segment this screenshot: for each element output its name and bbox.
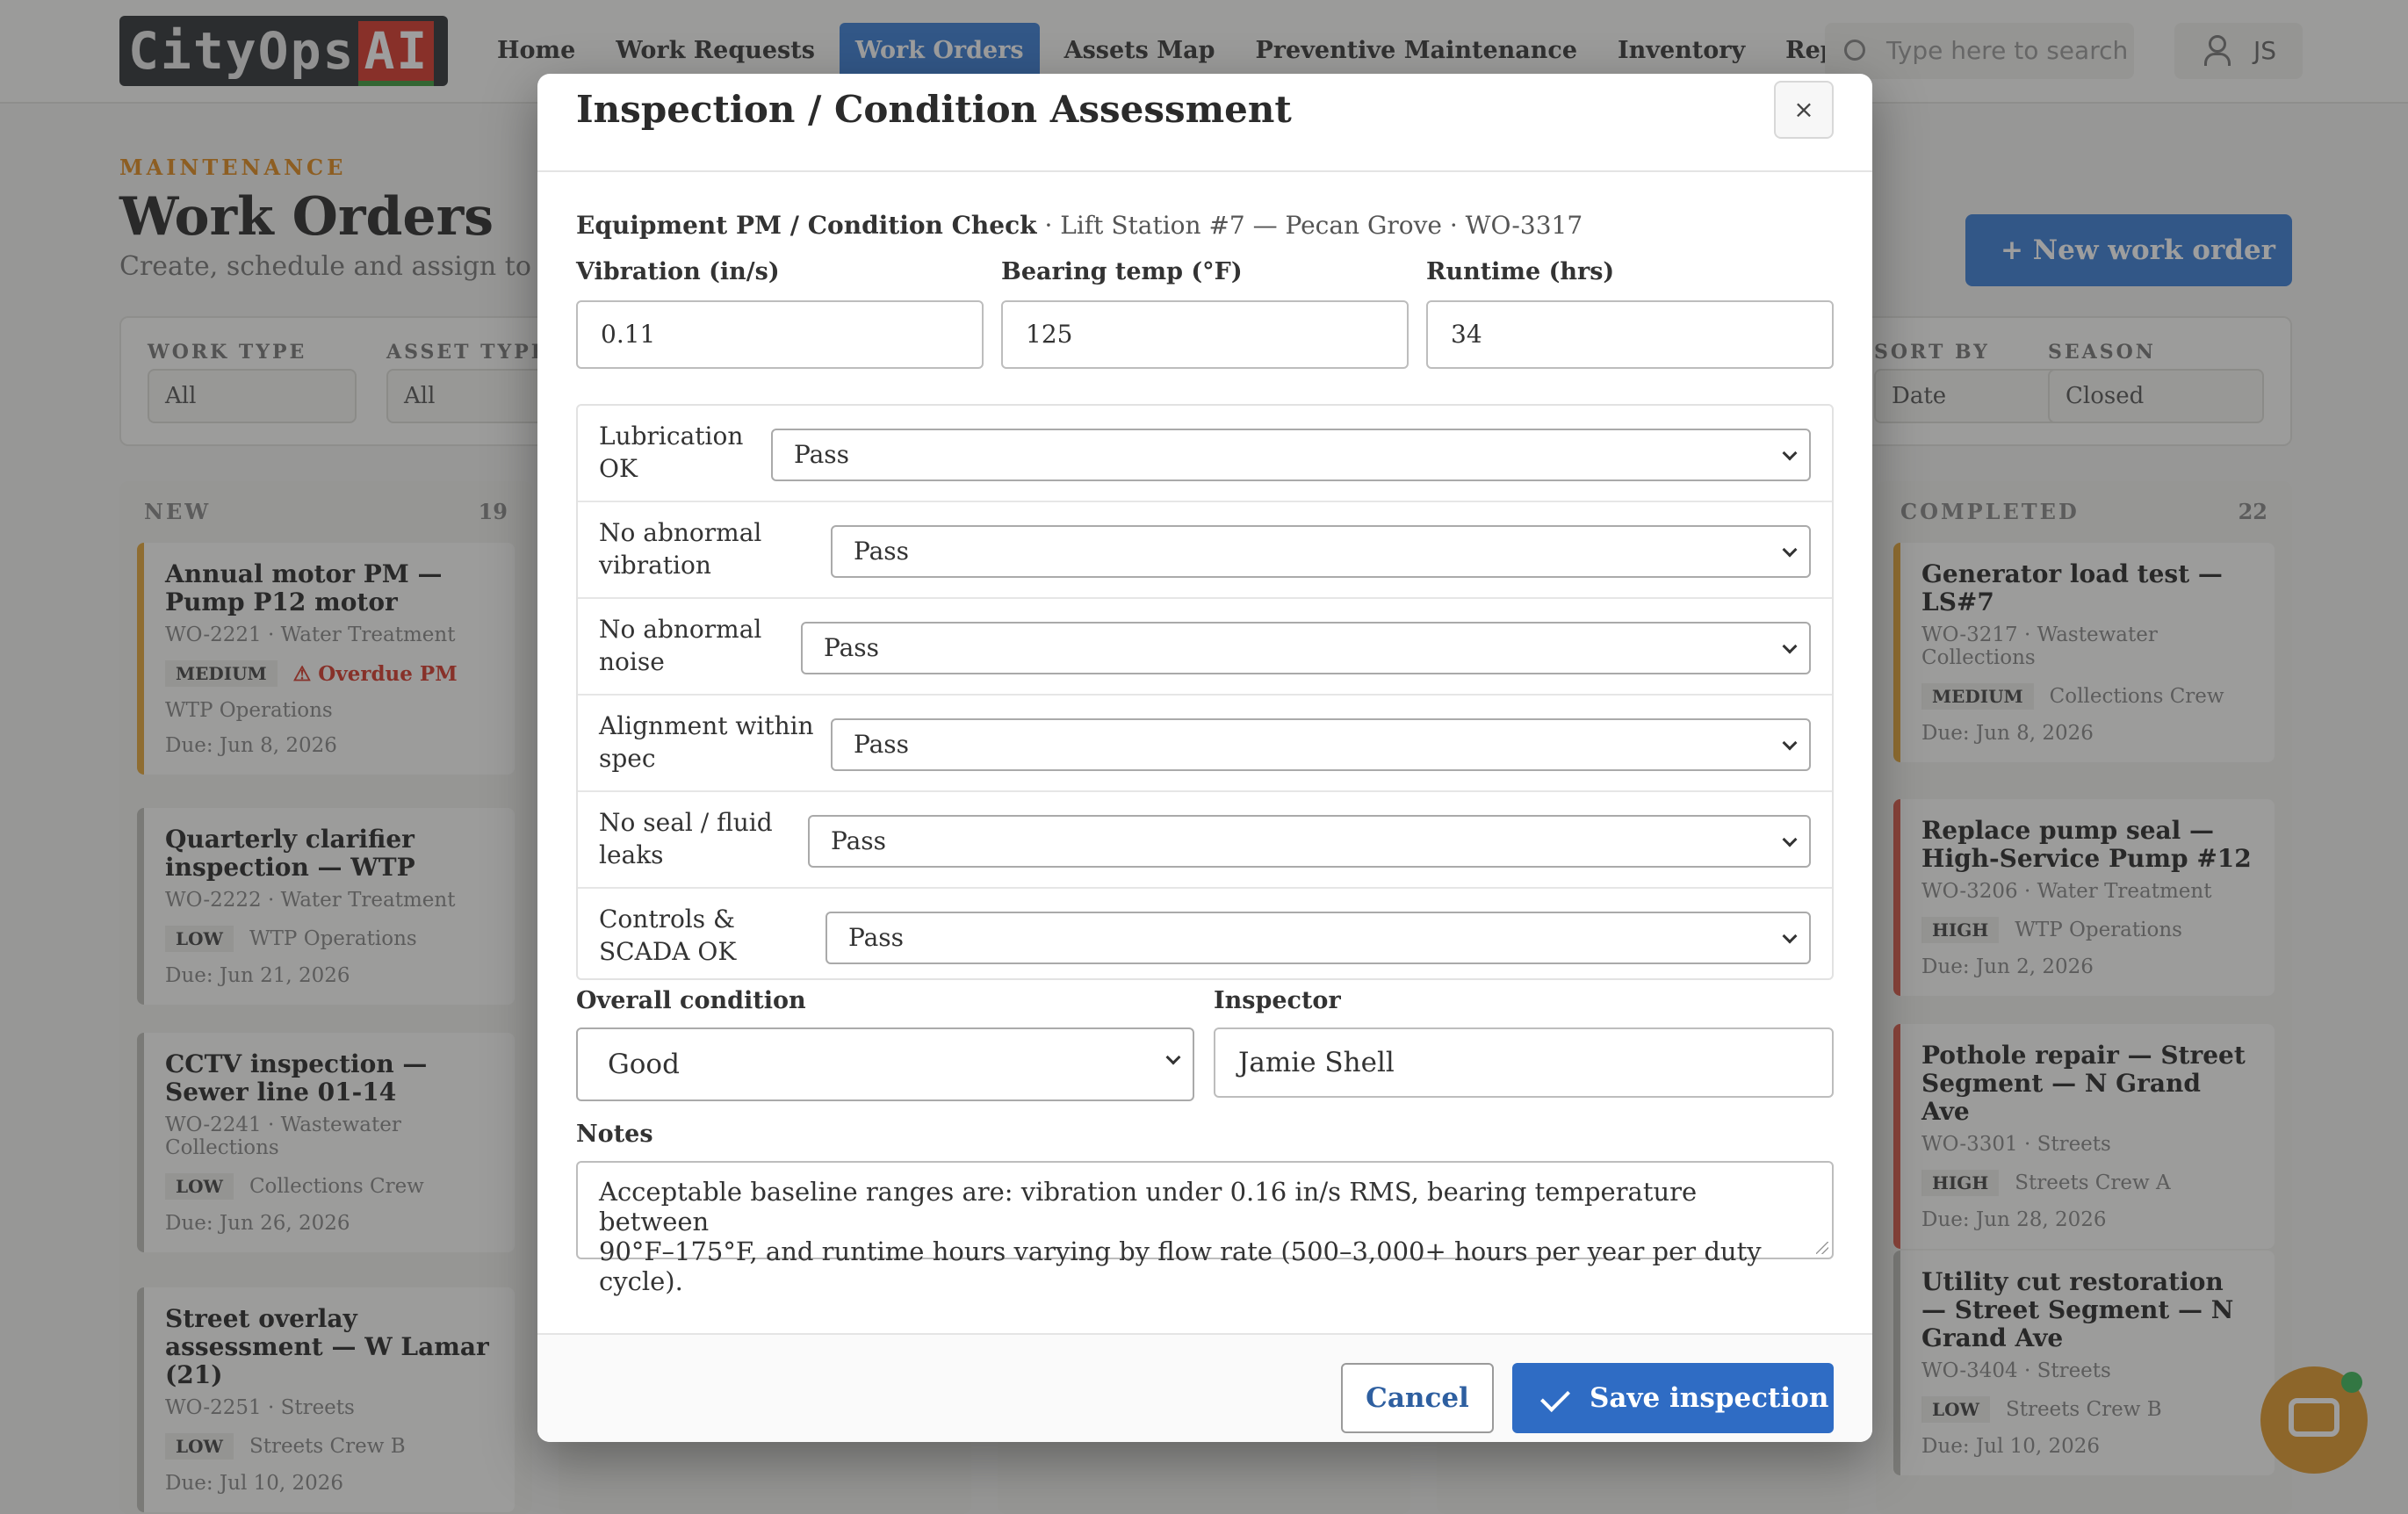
notes-label: Notes: [576, 1121, 653, 1148]
alignment-check-select[interactable]: Pass: [831, 718, 1811, 771]
chevron-down-icon: [1782, 735, 1798, 751]
close-button[interactable]: ×: [1774, 81, 1834, 139]
resize-handle[interactable]: [1816, 1242, 1828, 1254]
checklist-item-label: Alignment within spec: [599, 711, 814, 773]
chevron-down-icon: [1782, 445, 1798, 461]
checklist-row-alignment: Alignment within spec Pass: [578, 696, 1832, 792]
checklist-item-label: Lubrication OK: [599, 422, 744, 483]
chevron-down-icon: [1782, 832, 1798, 847]
checklist-row-vibration: No abnormal vibration Pass: [578, 502, 1832, 599]
save-button-label: Save inspection: [1590, 1382, 1829, 1414]
inspector-label: Inspector: [1214, 987, 1341, 1014]
checklist-row-controls: Controls & SCADA OK Pass: [578, 889, 1832, 985]
runtime-label: Runtime (hrs): [1426, 258, 1615, 285]
vibration-input[interactable]: 0.11: [576, 300, 984, 369]
modal-title: Inspection / Condition Assessment: [576, 88, 1292, 131]
inspection-modal: Inspection / Condition Assessment × Equi…: [537, 74, 1872, 1442]
bearing-temp-input[interactable]: 125: [1001, 300, 1409, 369]
chevron-down-icon: [1782, 638, 1798, 654]
inspection-type: Equipment PM / Condition Check: [576, 211, 1037, 240]
notes-textarea[interactable]: Acceptable baseline ranges are: vibratio…: [576, 1161, 1834, 1296]
inspection-checklist: Lubrication OK Pass No abnormal vibratio…: [576, 404, 1834, 980]
inspector-input[interactable]: Jamie Shell: [1214, 1027, 1834, 1098]
vibration-label: Vibration (in/s): [576, 258, 780, 285]
work-order-context: Equipment PM / Condition Check · Lift St…: [576, 211, 1583, 240]
bearing-temp-label: Bearing temp (°F): [1001, 258, 1243, 285]
checklist-item-label: No abnormal noise: [599, 615, 762, 676]
checklist-row-lubrication: Lubrication OK Pass: [578, 406, 1832, 502]
checklist-row-leaks: No seal / fluid leaks Pass: [578, 792, 1832, 889]
overall-condition-label: Overall condition: [576, 987, 806, 1014]
controls-check-select[interactable]: Pass: [825, 912, 1811, 964]
chevron-down-icon: [1782, 928, 1798, 944]
noise-check-select[interactable]: Pass: [801, 622, 1811, 674]
modal-footer: Cancel Save inspection: [537, 1333, 1872, 1442]
checklist-item-label: No abnormal vibration: [599, 518, 762, 580]
vibration-check-select[interactable]: Pass: [831, 525, 1811, 578]
checklist-row-noise: No abnormal noise Pass: [578, 599, 1832, 696]
cancel-button[interactable]: Cancel: [1341, 1363, 1494, 1433]
runtime-input[interactable]: 34: [1426, 300, 1834, 369]
checklist-item-label: No seal / fluid leaks: [599, 808, 773, 869]
chevron-down-icon: [1782, 542, 1798, 558]
checkmark-icon: [1540, 1382, 1570, 1412]
lubrication-select[interactable]: Pass: [771, 429, 1811, 481]
checklist-item-label: Controls & SCADA OK: [599, 905, 737, 966]
save-inspection-button[interactable]: Save inspection: [1512, 1363, 1834, 1433]
chevron-down-icon: [1165, 1049, 1181, 1065]
leaks-check-select[interactable]: Pass: [808, 815, 1811, 868]
asset-and-wo-id: · Lift Station #7 — Pecan Grove · WO-331…: [1036, 211, 1583, 240]
modal-header: Inspection / Condition Assessment ×: [537, 74, 1872, 172]
overall-condition-select[interactable]: Good: [576, 1027, 1194, 1101]
